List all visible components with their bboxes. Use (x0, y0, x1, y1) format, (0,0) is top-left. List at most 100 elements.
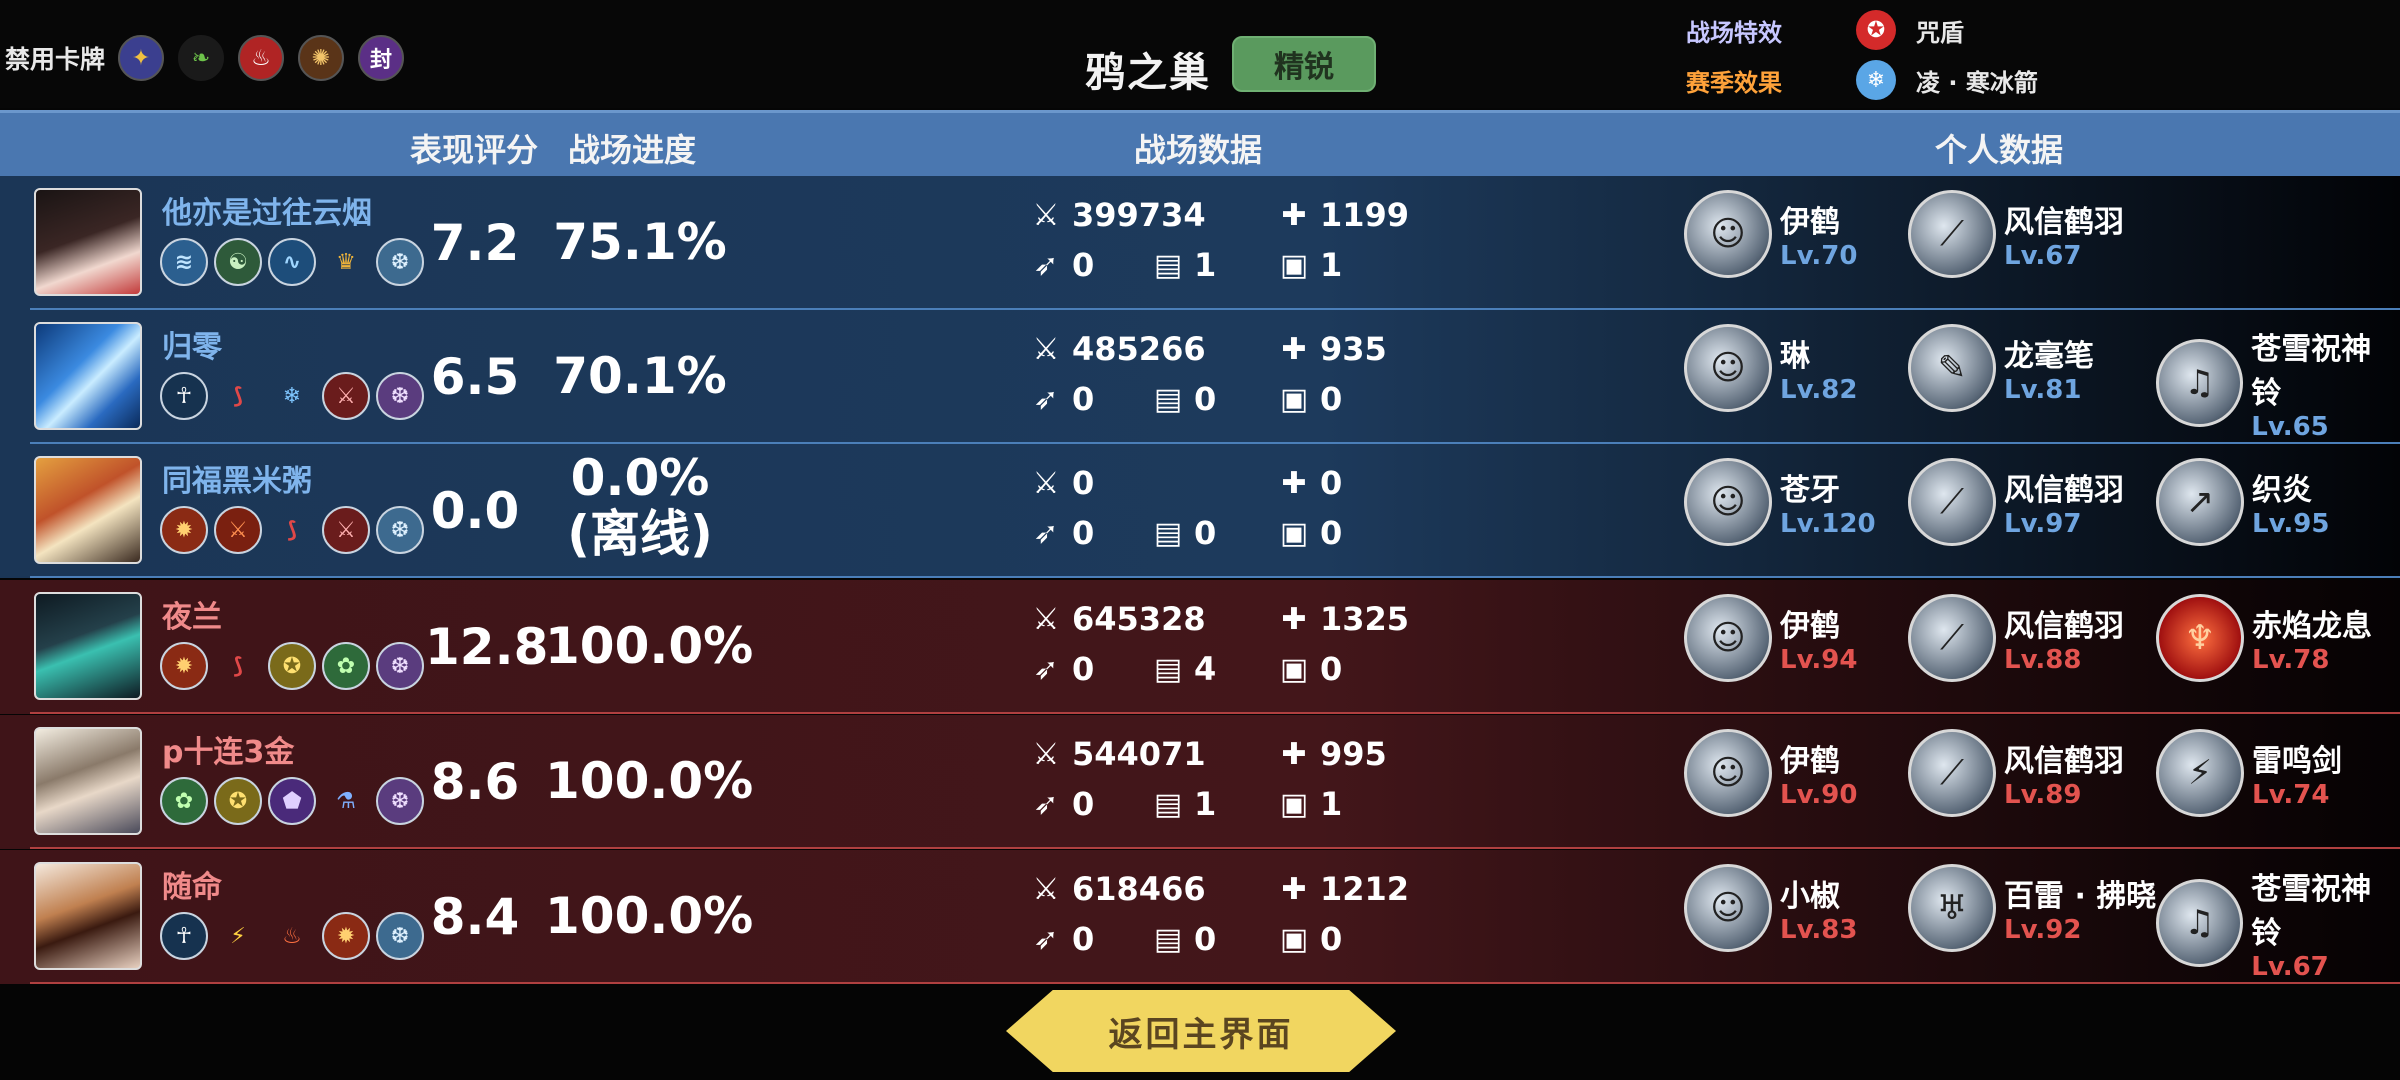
performance-score: 12.8 (425, 618, 549, 676)
gold-skill-icon[interactable]: ✪ (214, 777, 262, 825)
lightning-icon[interactable]: ⚡ (214, 912, 262, 960)
hero-name: 小椒 (1780, 879, 1840, 914)
healing-stat: ✚ 935 (1276, 330, 1386, 368)
chests-value: 0 (1320, 920, 1343, 958)
chests-value: 1 (1320, 246, 1343, 284)
weapon-level: Lv.81 (2004, 375, 2082, 405)
weapon-slot-1[interactable]: ⟋ 风信鹤羽 Lv.97 (1908, 458, 2124, 546)
hero-name: 伊鹤 (1780, 205, 1840, 240)
heal-icon: ✚ (1281, 871, 1307, 907)
sword-icon: ⚔ (1032, 331, 1060, 367)
player-avatar[interactable] (34, 322, 142, 430)
gold-bag-icon[interactable]: ♛ (322, 238, 370, 286)
wind-skill-icon[interactable]: ≋ (160, 238, 208, 286)
player-avatar[interactable] (34, 727, 142, 835)
banned-card-1-icon[interactable]: ✦ (118, 35, 164, 81)
red-slash-icon[interactable]: ⟆ (268, 506, 316, 554)
banned-card-5-icon[interactable]: 封 (358, 35, 404, 81)
player-avatar[interactable] (34, 188, 142, 296)
weapon-slot-2[interactable]: ⚡ 雷鸣剑 Lv.74 (2156, 729, 2342, 817)
weapon-level: Lv.67 (2251, 952, 2329, 982)
battlefield-effect[interactable]: 战场特效 ✪ 咒盾 (1686, 10, 1964, 50)
potion-icon[interactable]: ⚗ (322, 777, 370, 825)
damage-stat: ⚔ 645328 (1028, 600, 1206, 638)
fire-skill-icon[interactable]: ✹ (160, 506, 208, 554)
header-score: 表现评分 (410, 131, 539, 169)
weapon-level: Lv.65 (2251, 412, 2329, 442)
fire-skill-icon[interactable]: ✹ (160, 642, 208, 690)
frost-skill-icon[interactable]: ❆ (376, 506, 424, 554)
battlefield-effect-value: 咒盾 (1916, 18, 1964, 47)
hero-portrait-icon: ☺ (1684, 864, 1772, 952)
flame-icon[interactable]: ♨ (268, 912, 316, 960)
weapon-slot-1[interactable]: ⟋ 风信鹤羽 Lv.88 (1908, 594, 2124, 682)
damage-stat: ⚔ 618466 (1028, 870, 1206, 908)
heal-icon: ✚ (1281, 736, 1307, 772)
frost-skill-icon[interactable]: ❆ (376, 912, 424, 960)
cards-stat: ▤ 0 (1150, 920, 1216, 958)
banned-card-4-icon[interactable]: ✺ (298, 35, 344, 81)
weapon-slot-2[interactable]: ↗ 织炎 Lv.95 (2156, 458, 2329, 546)
damage-value: 485266 (1072, 330, 1206, 368)
flame-blade-skill-icon[interactable]: ⚔ (214, 506, 262, 554)
weapon-slot-1[interactable]: ⟋ 风信鹤羽 Lv.67 (1908, 190, 2124, 278)
card-icon: ▤ (1153, 921, 1183, 957)
player-row[interactable]: 夜兰 ✹ ⟆ ✪ ✿ ❆ 12.8 100.0% ⚔ 645328 ✚ 1325 ➶… (0, 580, 2400, 714)
damage-value: 645328 (1072, 600, 1206, 638)
player-row[interactable]: 归零 ☥ ⟆ ❄ ⚔ ❆ 6.5 70.1% ⚔ 485266 ✚ 935 ➶ 0 ▤… (0, 310, 2400, 444)
hero-portrait-icon: ☺ (1684, 594, 1772, 682)
purple-frost-skill-icon[interactable]: ❆ (376, 372, 424, 420)
weapon-name: 风信鹤羽 (2004, 744, 2124, 779)
feather-fan-icon: ⟋ (1908, 458, 1996, 546)
damage-stat: ⚔ 399734 (1028, 196, 1206, 234)
player-avatar[interactable] (34, 862, 142, 970)
purple-frost-skill-icon[interactable]: ❆ (376, 642, 424, 690)
red-blade-skill-icon[interactable]: ⚔ (322, 372, 370, 420)
sword-icon: ⚔ (1032, 736, 1060, 772)
player-row[interactable]: 随命 ☥ ⚡ ♨ ✹ ❆ 8.4 100.0% ⚔ 618466 ✚ 1212 ➶ 0… (0, 850, 2400, 984)
hero-slot[interactable]: ☺ 伊鹤 Lv.70 (1684, 190, 1857, 278)
player-row[interactable]: 他亦是过往云烟 ≋ ☯ ∿ ♛ ❆ 7.2 75.1% ⚔ 399734 ✚ 119… (0, 176, 2400, 310)
hero-portrait-icon: ☺ (1684, 458, 1772, 546)
hero-slot[interactable]: ☺ 伊鹤 Lv.90 (1684, 729, 1857, 817)
gold-skill-icon[interactable]: ✪ (268, 642, 316, 690)
season-effect[interactable]: 赛季效果 ❄ 凌 · 寒冰箭 (1686, 60, 2038, 100)
return-main-menu-button[interactable]: 返回主界面 (1006, 990, 1396, 1072)
player-row[interactable]: 同福黑米粥 ✹ ⚔ ⟆ ⚔ ❆ 0.0 0.0% (离线) ⚔ 0 ✚ 0 ➶ 0 ▤… (0, 444, 2400, 578)
red-slash-icon[interactable]: ⟆ (214, 372, 262, 420)
banned-card-3-icon[interactable]: ♨ (238, 35, 284, 81)
player-avatar[interactable] (34, 456, 142, 564)
player-avatar[interactable] (34, 592, 142, 700)
red-slash-icon[interactable]: ⟆ (214, 642, 262, 690)
stickman-skill-icon[interactable]: ☥ (160, 372, 208, 420)
spirit-skill-icon[interactable]: ☯ (214, 238, 262, 286)
wing-icon: ➶ (1033, 247, 1059, 283)
weapon-level: Lv.67 (2004, 241, 2082, 271)
season-effect-label: 赛季效果 (1686, 68, 1782, 97)
snowflake-icon[interactable]: ❄ (268, 372, 316, 420)
green-skill-icon[interactable]: ✿ (160, 777, 208, 825)
shield-skill-icon[interactable]: ⬟ (268, 777, 316, 825)
hero-slot[interactable]: ☺ 琳 Lv.82 (1684, 324, 1857, 412)
weapon-slot-2[interactable]: ♫ 苍雪祝神铃 Lv.67 (2156, 864, 2400, 982)
weapon-slot-2[interactable]: ♆ 赤焰龙息 Lv.78 (2156, 594, 2372, 682)
weapon-name: 风信鹤羽 (2004, 609, 2124, 644)
weapon-slot-1[interactable]: ⟋ 风信鹤羽 Lv.89 (1908, 729, 2124, 817)
hero-slot[interactable]: ☺ 小椒 Lv.83 (1684, 864, 1857, 952)
purple-frost-skill-icon[interactable]: ❆ (376, 777, 424, 825)
fire-skill-icon[interactable]: ✹ (322, 912, 370, 960)
frost-skill-icon[interactable]: ❆ (376, 238, 424, 286)
banned-card-2-icon[interactable]: ❧ (178, 35, 224, 81)
kills-value: 0 (1072, 785, 1095, 823)
wave-skill-icon[interactable]: ∿ (268, 238, 316, 286)
hero-slot[interactable]: ☺ 伊鹤 Lv.94 (1684, 594, 1857, 682)
weapon-slot-2[interactable]: ♫ 苍雪祝神铃 Lv.65 (2156, 324, 2400, 442)
stickman-skill-icon[interactable]: ☥ (160, 912, 208, 960)
weapon-slot-1[interactable]: ✎ 龙毫笔 Lv.81 (1908, 324, 2094, 412)
hero-slot[interactable]: ☺ 苍牙 Lv.120 (1684, 458, 1876, 546)
player-row[interactable]: p十连3金 ✿ ✪ ⬟ ⚗ ❆ 8.6 100.0% ⚔ 544071 ✚ 995 … (0, 715, 2400, 849)
weapon-slot-1[interactable]: ♅ 百雷 · 拂晓 Lv.92 (1908, 864, 2156, 952)
hero-level: Lv.90 (1780, 780, 1858, 810)
green-skill-icon[interactable]: ✿ (322, 642, 370, 690)
red-blade-skill-icon[interactable]: ⚔ (322, 506, 370, 554)
